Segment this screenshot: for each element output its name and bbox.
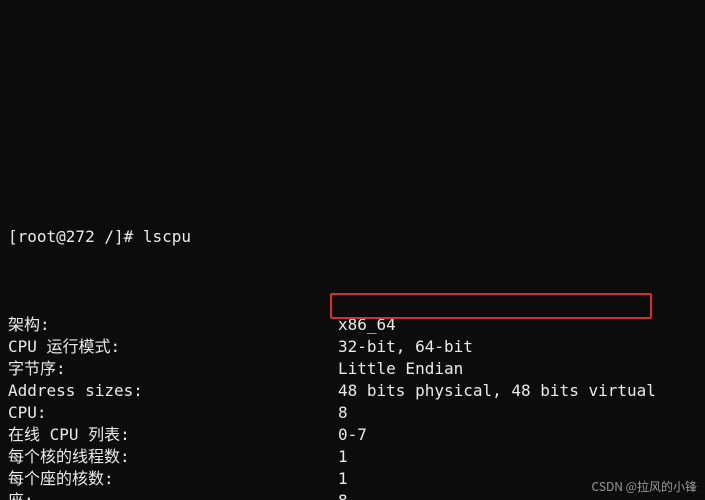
output-row: 在线 CPU 列表:0-7: [8, 424, 697, 446]
row-value: x86_64: [338, 314, 697, 336]
row-value: 48 bits physical, 48 bits virtual: [338, 380, 697, 402]
ghost-text: 3.110.173: [8, 80, 92, 102]
row-label: CPU 运行模式:: [8, 336, 338, 358]
output-row: 字节序:Little Endian: [8, 358, 697, 380]
row-label: 架构:: [8, 314, 338, 336]
prompt-text: [root@272 /]# lscpu: [8, 226, 191, 248]
row-value: 1: [338, 446, 697, 468]
row-value: 32-bit, 64-bit: [338, 336, 697, 358]
ghost-text: 3.110.173: [8, 258, 92, 280]
shell-prompt[interactable]: [root@272 /]# lscpu: [8, 226, 697, 248]
watermark: CSDN @拉风的小锋: [592, 480, 697, 494]
output-row: 每个核的线程数:1: [8, 446, 697, 468]
row-value: Little Endian: [338, 358, 697, 380]
row-label: CPU:: [8, 402, 338, 424]
row-label: 在线 CPU 列表:: [8, 424, 338, 446]
row-label: 每个核的线程数:: [8, 446, 338, 468]
output-row: CPU:8: [8, 402, 697, 424]
output-row: CPU 运行模式:32-bit, 64-bit: [8, 336, 697, 358]
terminal-output: 密码：Huayun@123 3.110.173 root 银河麒麟高级服务 器操…: [0, 0, 705, 500]
row-value: 8: [338, 402, 697, 424]
row-label: 每个座的核数:: [8, 468, 338, 490]
ghost-text: root: [8, 132, 48, 154]
output-row: Address sizes:48 bits physical, 48 bits …: [8, 380, 697, 402]
output-row: 架构:x86_64: [8, 314, 697, 336]
row-label: 座:: [8, 490, 338, 500]
row-value: 0-7: [338, 424, 697, 446]
row-label: Address sizes:: [8, 380, 338, 402]
row-label: 字节序:: [8, 358, 338, 380]
ghost-text: 密码：Huayun@123: [8, 30, 150, 52]
